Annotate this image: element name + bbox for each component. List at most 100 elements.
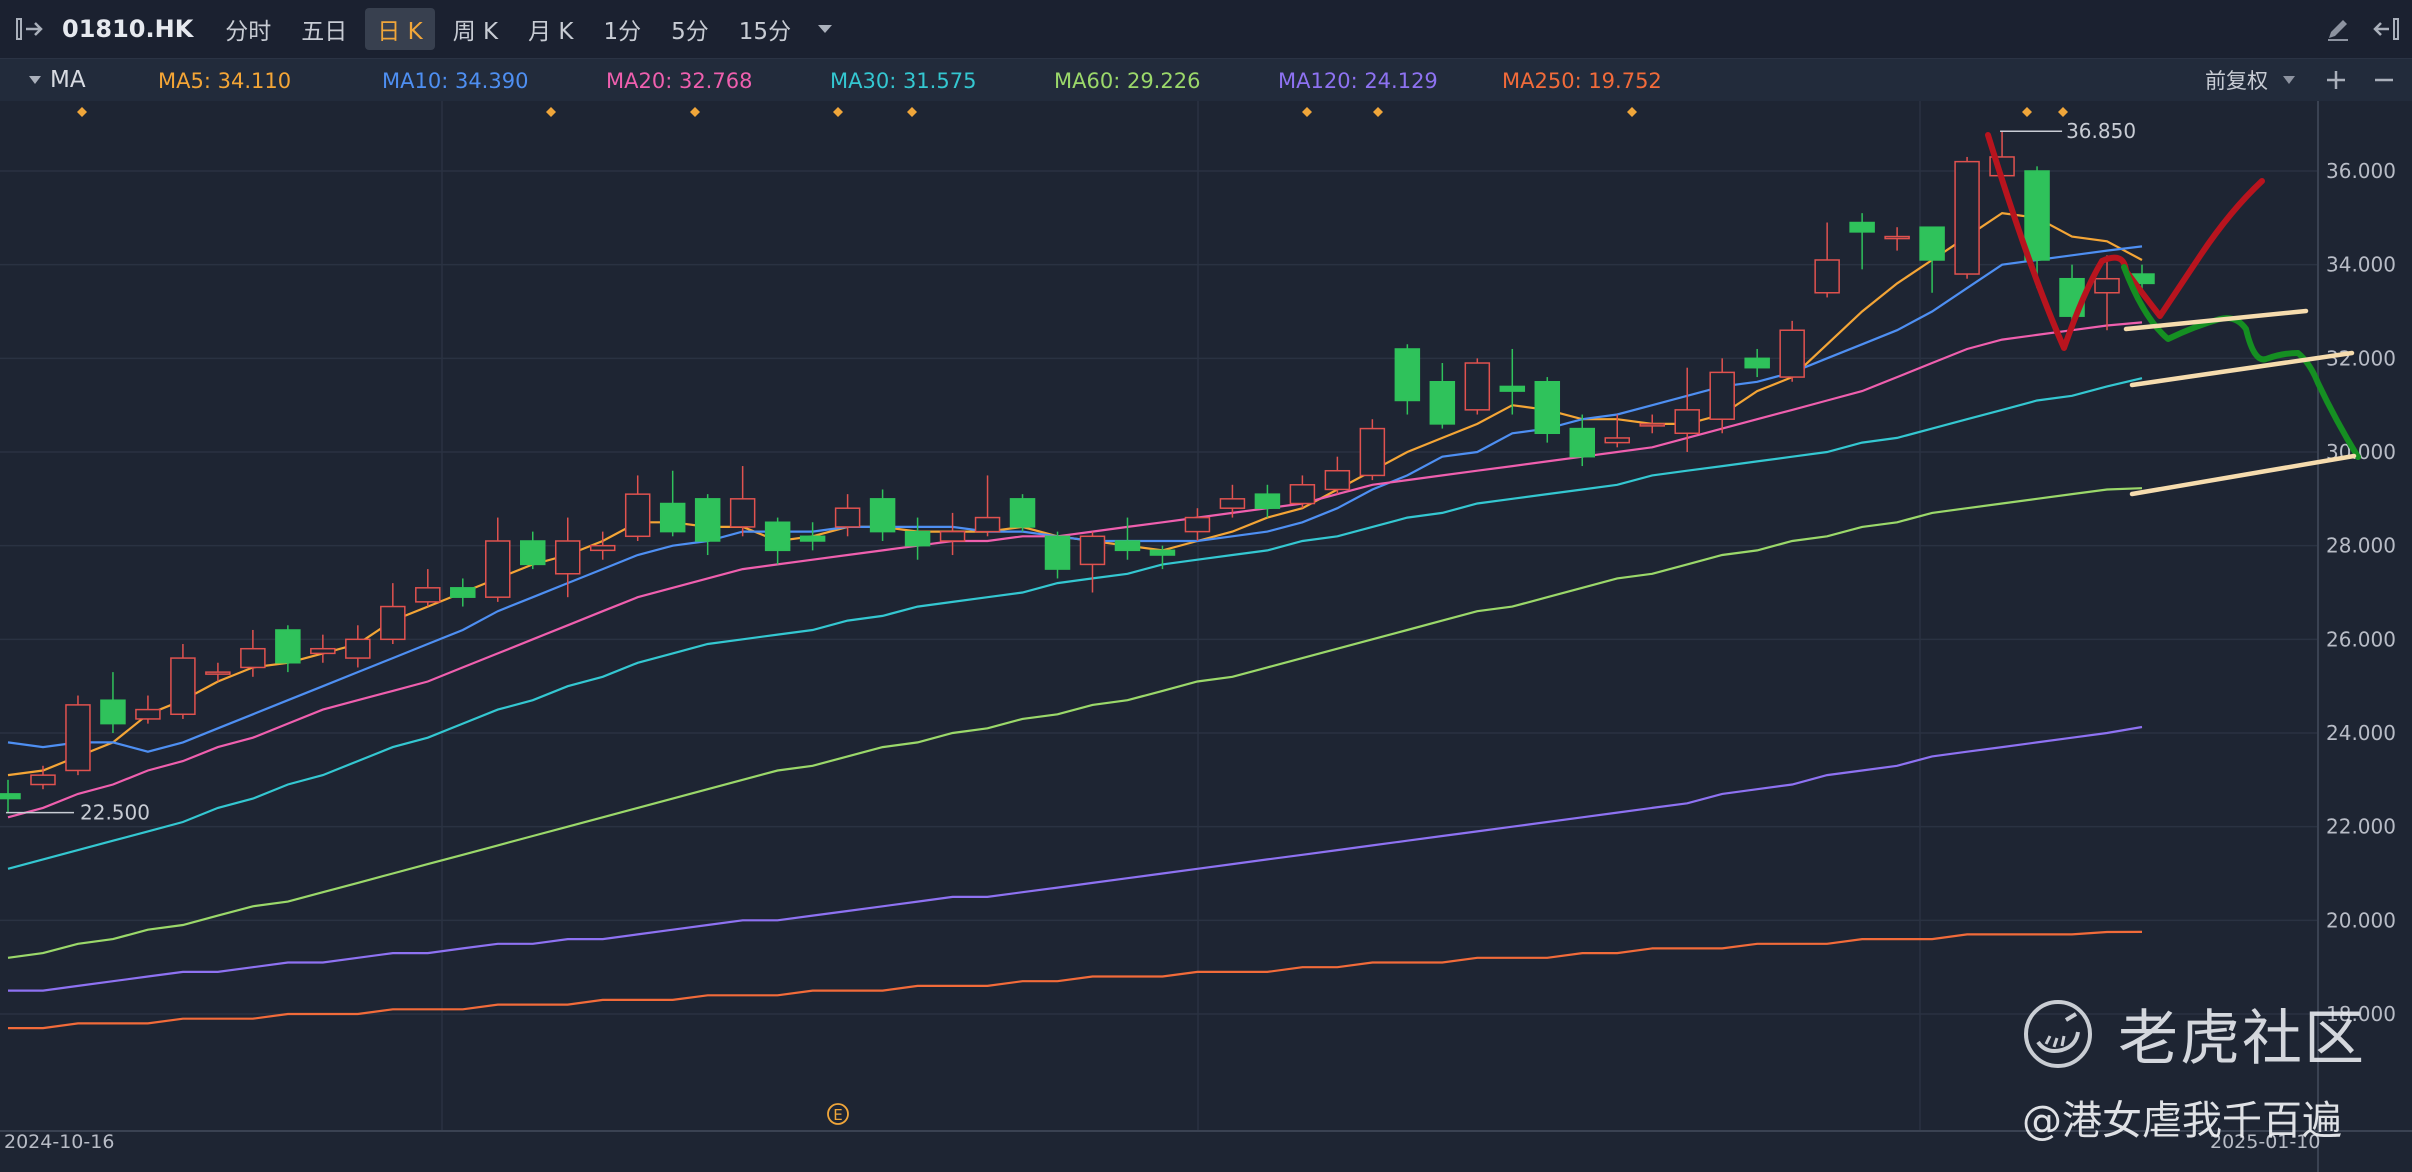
candle[interactable] — [100, 672, 126, 733]
candle[interactable] — [520, 531, 546, 570]
candle-body — [1009, 498, 1036, 528]
candle-body — [310, 647, 336, 655]
candle[interactable] — [1289, 475, 1316, 509]
candle[interactable] — [1429, 363, 1456, 429]
candle[interactable] — [2024, 166, 2050, 289]
candle-body — [1464, 362, 1491, 411]
candle-body — [624, 493, 651, 538]
candle[interactable] — [729, 466, 756, 537]
price-axis-label: 20.000 — [2326, 908, 2396, 932]
candle-body — [205, 671, 231, 675]
event-diamond-icon — [546, 107, 556, 117]
event-diamond-icon — [690, 107, 700, 117]
candle[interactable] — [1709, 358, 1735, 434]
candle[interactable] — [1814, 222, 1840, 298]
candle[interactable] — [869, 489, 896, 541]
candle[interactable] — [415, 569, 441, 607]
candle[interactable] — [764, 517, 791, 565]
candle-body — [1254, 493, 1281, 509]
candle[interactable] — [1114, 517, 1141, 560]
indicator-name: MA — [50, 67, 86, 93]
candle[interactable] — [1079, 531, 1106, 593]
price-axis-label: 26.000 — [2326, 627, 2396, 651]
candle[interactable] — [1884, 227, 1910, 251]
top-toolbar: 01810.HK 分时 五日日 K周 K月 K 1分 5分 15分 — [0, 0, 2412, 59]
timeframe-tab[interactable]: 分时 — [213, 8, 283, 50]
timeframe-tab[interactable]: 五日 — [289, 8, 359, 50]
candle[interactable] — [1639, 414, 1665, 434]
candle[interactable] — [135, 695, 161, 724]
event-diamond-icon — [1373, 107, 1383, 117]
plus-icon[interactable] — [2316, 60, 2356, 100]
collapse-panel-icon[interactable] — [2364, 7, 2408, 51]
candle-body — [904, 530, 931, 547]
event-diamond-icon — [2022, 107, 2032, 117]
indicator-selector[interactable]: MA — [28, 67, 86, 93]
candle[interactable] — [1779, 320, 1805, 382]
ma60-label: MA60: 29.226 — [1054, 69, 1201, 93]
watermark-user: @港女虐我千百遍 — [2022, 1098, 2342, 1144]
candle-body — [170, 657, 196, 716]
candle[interactable] — [624, 475, 651, 541]
candle[interactable] — [974, 475, 1001, 537]
candle[interactable] — [939, 512, 966, 556]
candle[interactable] — [1744, 348, 1770, 378]
candle-body — [100, 699, 126, 725]
candle[interactable] — [65, 695, 91, 776]
candle-body — [415, 587, 441, 603]
candle[interactable] — [0, 779, 21, 813]
candle[interactable] — [1919, 226, 1945, 293]
candle-body — [1359, 427, 1386, 477]
dropdown-arrow-icon[interactable] — [813, 17, 837, 41]
candle-body — [974, 516, 1001, 533]
candle-body — [1954, 160, 1980, 275]
timeframe-tab[interactable]: 15分 — [727, 8, 803, 50]
indicator-bar: MA MA5: 34.110 MA10: 34.390 MA20: 32.768… — [0, 59, 2412, 101]
candle[interactable] — [1184, 508, 1211, 541]
candle[interactable] — [275, 625, 301, 673]
symbol-label[interactable]: 01810.HK — [62, 15, 193, 43]
candle[interactable] — [30, 765, 56, 790]
candle-body — [869, 498, 896, 533]
candle[interactable] — [1324, 456, 1351, 495]
candle[interactable] — [485, 517, 511, 602]
candle[interactable] — [1464, 358, 1491, 415]
candle-body — [799, 535, 826, 542]
candle[interactable] — [1044, 531, 1071, 579]
candle-body — [694, 498, 721, 542]
price-axis-label: 36.000 — [2326, 159, 2396, 183]
candle[interactable] — [1849, 213, 1875, 270]
candle-body — [1219, 498, 1246, 509]
candle[interactable] — [380, 583, 406, 645]
sidebar-toggle-icon[interactable] — [10, 9, 50, 49]
candle-body — [2024, 170, 2050, 261]
ma250-label: MA250: 19.752 — [1502, 69, 1662, 93]
candle[interactable] — [1254, 484, 1281, 518]
candle[interactable] — [1359, 419, 1386, 481]
timeframe-tab[interactable]: 周 K — [441, 8, 510, 50]
price-axis-label: 34.000 — [2326, 253, 2396, 277]
watermark-brand: 老虎社区 — [2118, 1004, 2366, 1074]
timeframe-tab[interactable]: 日 K — [365, 8, 435, 50]
candle[interactable] — [1009, 494, 1036, 532]
candle-body — [659, 502, 686, 533]
candle-body — [240, 647, 266, 669]
candle-body — [1184, 516, 1211, 533]
price-adjust-dropdown[interactable]: 前复权 — [2205, 65, 2296, 95]
candle[interactable] — [904, 517, 931, 560]
candle[interactable] — [1954, 156, 1980, 279]
candle-body — [834, 507, 861, 528]
candle[interactable] — [659, 470, 686, 537]
candle[interactable] — [1534, 377, 1561, 443]
timeframe-tab[interactable]: 5分 — [659, 8, 721, 50]
candle[interactable] — [345, 625, 371, 668]
timeframe-tab[interactable]: 月 K — [516, 8, 585, 50]
candle[interactable] — [1394, 344, 1421, 415]
timeframe-tab[interactable]: 1分 — [592, 8, 654, 50]
candle[interactable] — [170, 644, 196, 719]
minus-icon[interactable] — [2364, 60, 2404, 100]
candle[interactable] — [450, 578, 476, 607]
ma-line-ma120 — [8, 725, 2143, 992]
pencil-icon[interactable] — [2316, 7, 2360, 51]
candle[interactable] — [554, 517, 581, 598]
